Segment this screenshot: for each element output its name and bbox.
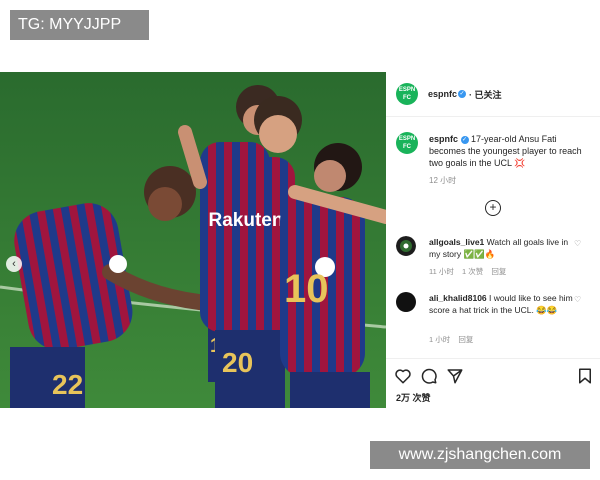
espnfc-avatar[interactable]: ESPN FC bbox=[396, 83, 418, 105]
caption-avatar[interactable]: ESPN FC bbox=[396, 132, 418, 154]
reply-link[interactable]: 回复 bbox=[491, 267, 506, 276]
post-photo[interactable]: 17 22 Rakuten 20 10 ‹ bbox=[0, 72, 386, 408]
post-caption: espnfc ✓ 17-year-old Ansu Fati becomes t… bbox=[429, 133, 594, 169]
photo-sponsor: Rakuten bbox=[209, 210, 284, 231]
photo-number-left: 22 bbox=[52, 369, 83, 400]
photo-number-right: 10 bbox=[284, 267, 329, 311]
heart-icon[interactable] bbox=[394, 367, 412, 385]
comment-user[interactable]: allgoals_live1 bbox=[429, 237, 484, 247]
comment-icon[interactable] bbox=[420, 367, 438, 385]
comment-avatar[interactable] bbox=[396, 236, 416, 256]
caption-user[interactable]: espnfc bbox=[429, 134, 458, 144]
post-header: ESPN FC espnfc ✓ · 已关注 bbox=[386, 72, 600, 117]
verified-icon: ✓ bbox=[460, 135, 469, 144]
verified-icon: ✓ bbox=[458, 90, 466, 98]
comment-avatar[interactable] bbox=[396, 292, 416, 312]
watermark: www.zjshangchen.com bbox=[370, 441, 590, 469]
comment-item: allgoals_live1 Watch all goals live in m… bbox=[429, 236, 579, 260]
load-more-comments-icon[interactable]: + bbox=[485, 200, 501, 216]
comment-meta: 1 小时 回复 bbox=[429, 334, 479, 345]
like-comment-icon[interactable]: ♡ bbox=[574, 239, 581, 248]
comment-likes[interactable]: 1 次赞 bbox=[462, 267, 483, 276]
account-name[interactable]: espnfc bbox=[428, 89, 457, 99]
post-actions: 2万 次赞 bbox=[386, 358, 600, 409]
like-comment-icon[interactable]: ♡ bbox=[574, 295, 581, 304]
photo-number-center: 20 bbox=[222, 347, 253, 378]
tg-label: TG: MYYJJPP bbox=[10, 10, 149, 40]
instagram-post: 17 22 Rakuten 20 10 ‹ bbox=[0, 72, 600, 408]
bookmark-icon[interactable] bbox=[576, 367, 594, 385]
caption-time: 12 小时 bbox=[429, 176, 457, 185]
post-side-panel: ESPN FC espnfc ✓ · 已关注 ESPN FC espnfc ✓ … bbox=[386, 72, 600, 408]
chevron-left-icon[interactable]: ‹ bbox=[6, 256, 22, 272]
comment-time: 11 小时 bbox=[429, 267, 454, 276]
comment-user[interactable]: ali_khalid8106 bbox=[429, 293, 487, 303]
comment-time: 1 小时 bbox=[429, 335, 451, 344]
comment-item: ali_khalid8106 I would like to see him s… bbox=[429, 292, 579, 316]
likes-count[interactable]: 2万 次赞 bbox=[396, 391, 431, 404]
comment-meta: 11 小时 1 次赞 回复 bbox=[429, 266, 512, 277]
reply-link[interactable]: 回复 bbox=[458, 335, 473, 344]
share-icon[interactable] bbox=[446, 367, 464, 385]
follow-status[interactable]: · 已关注 bbox=[469, 88, 502, 101]
